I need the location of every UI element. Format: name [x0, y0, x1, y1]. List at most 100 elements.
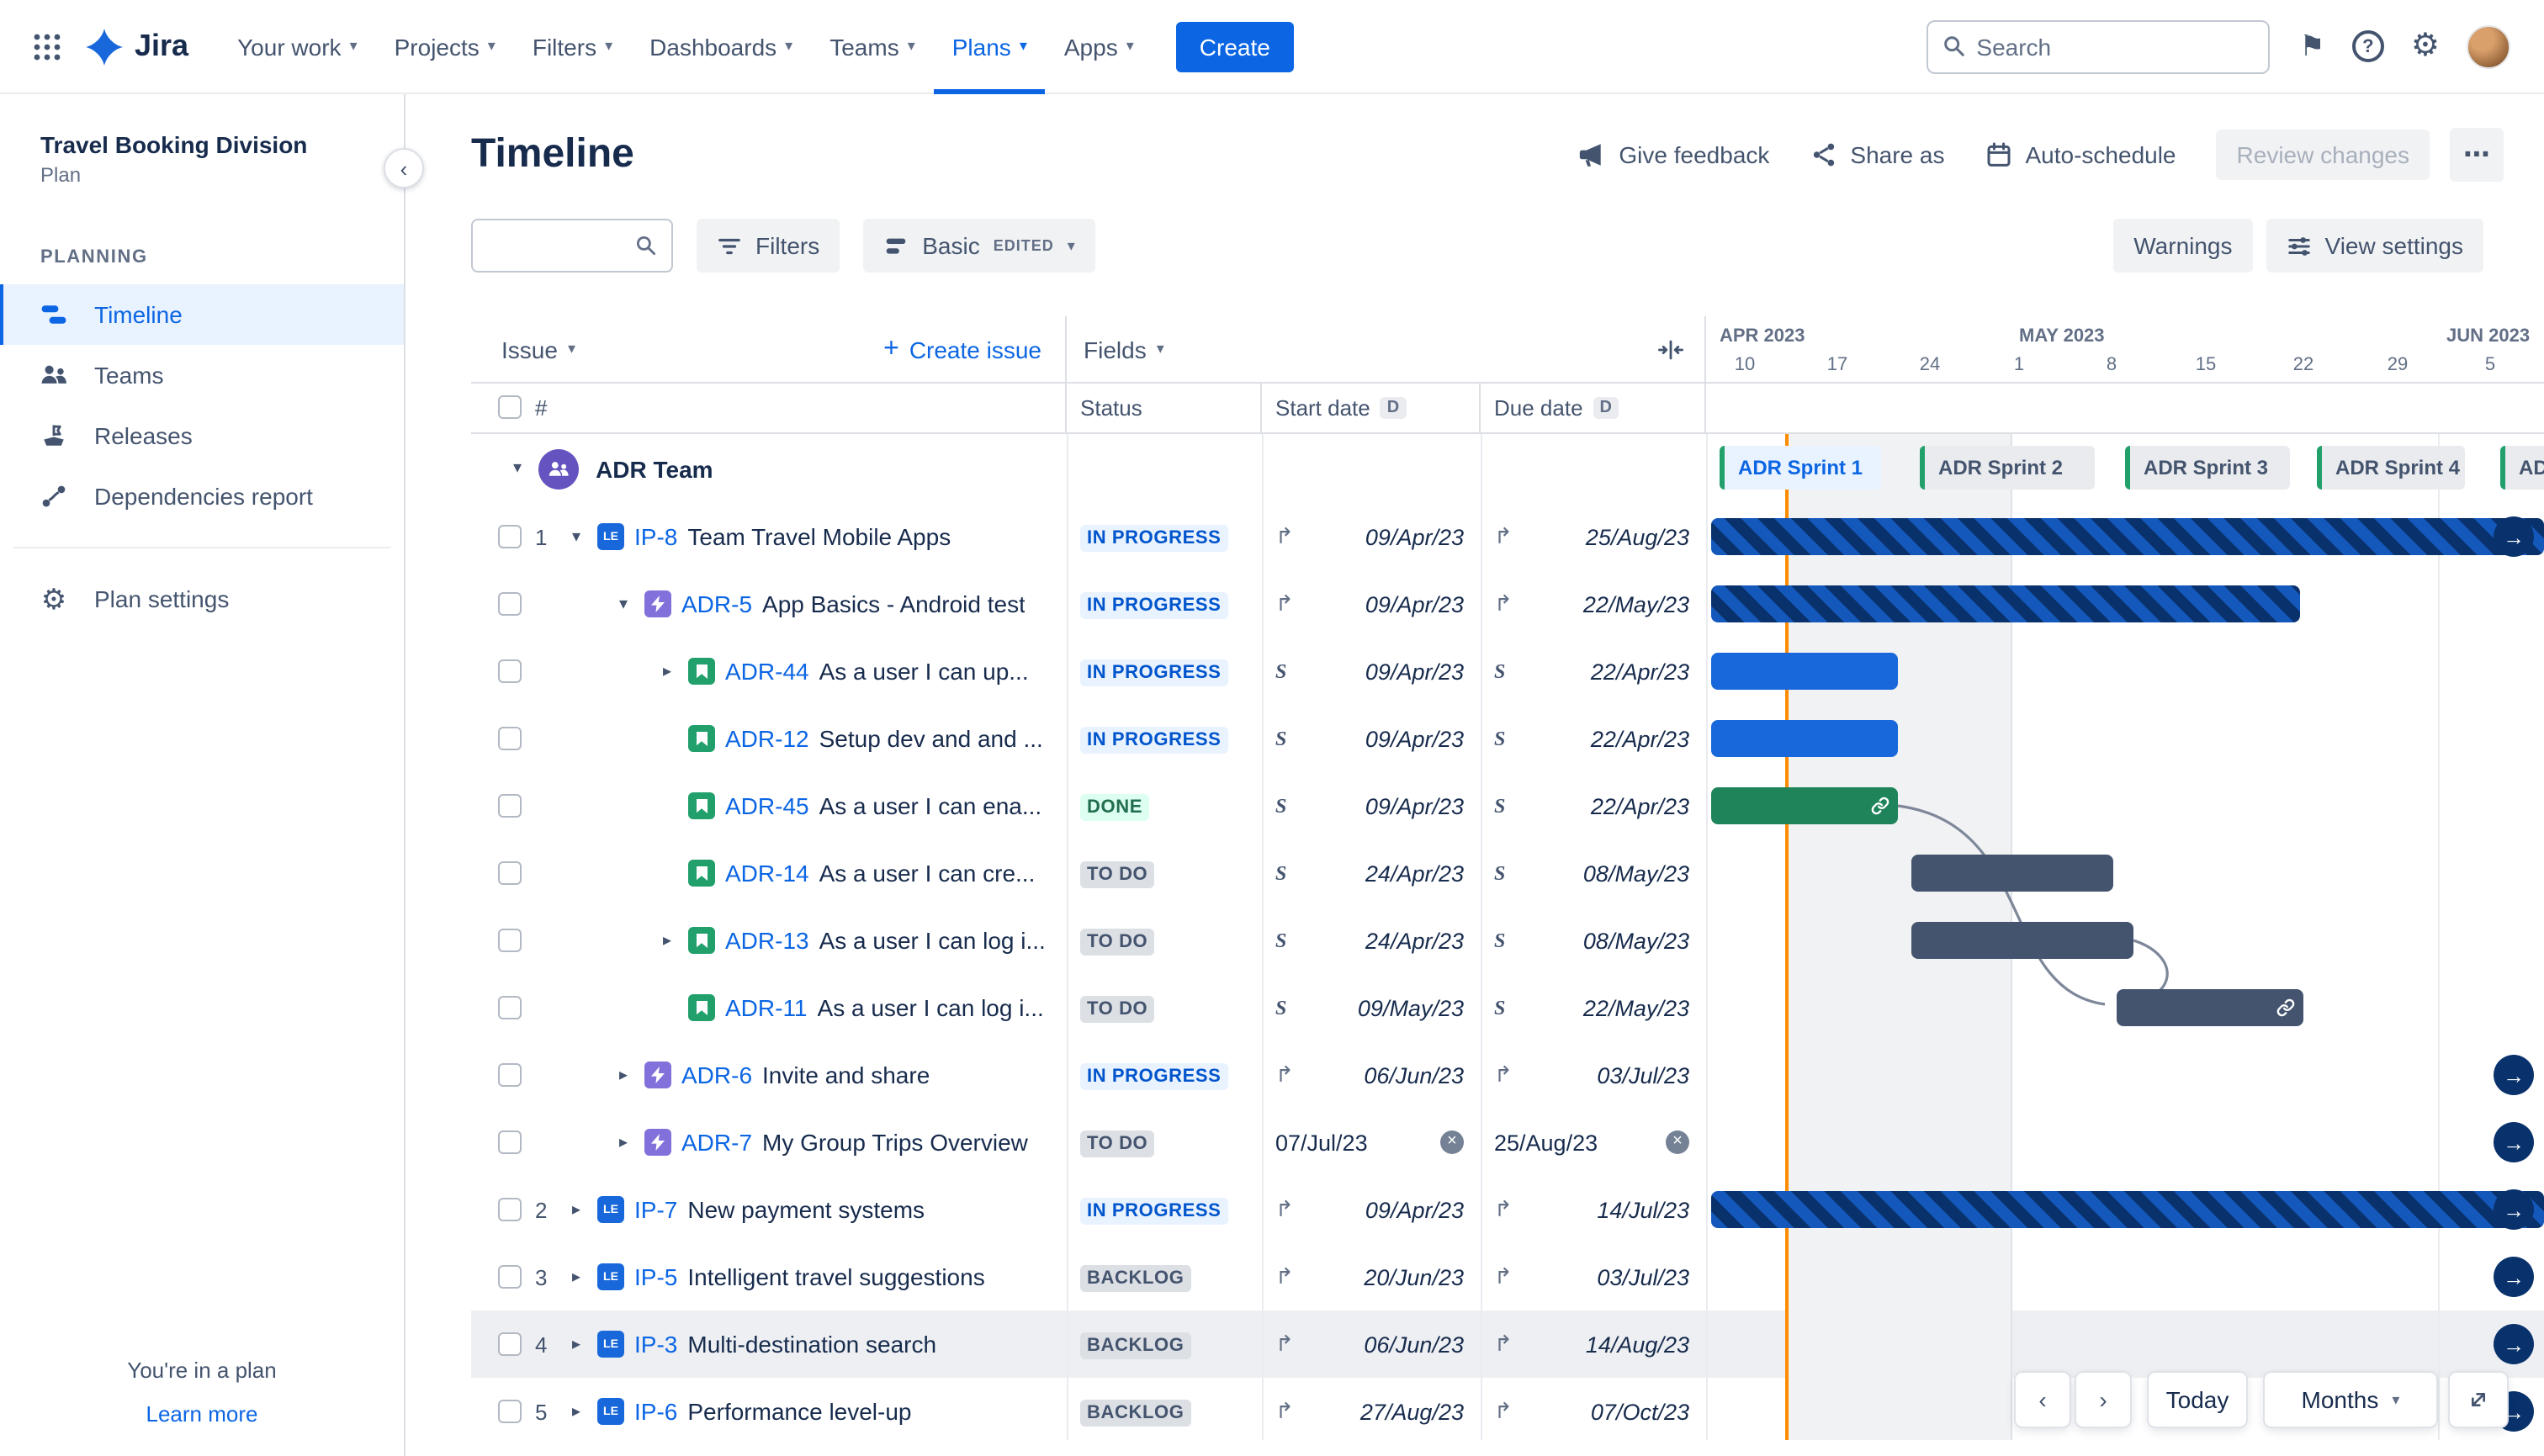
- gantt-bar-adr12[interactable]: [1711, 720, 1898, 757]
- due-date-cell[interactable]: ↱ 22/May/23: [1481, 570, 1706, 638]
- issue-row[interactable]: ▸ ADR-6 Invite and share IN PROGRESS ↱ 06/J…: [471, 1041, 2544, 1109]
- auto-schedule-button[interactable]: Auto-schedule: [1969, 131, 2193, 178]
- due-date-cell[interactable]: S 08/May/23: [1481, 839, 1706, 907]
- zoom-level-select[interactable]: Months ▾: [2265, 1373, 2436, 1427]
- dependency-link-icon[interactable]: [2276, 998, 2295, 1017]
- row-checkbox[interactable]: [498, 996, 522, 1019]
- issue-key-link[interactable]: ADR-6: [681, 1062, 752, 1088]
- collapse-columns-icon[interactable]: [1657, 336, 1684, 363]
- chevron-down-icon[interactable]: ▾: [612, 595, 634, 613]
- status-badge[interactable]: TO DO: [1080, 929, 1155, 956]
- status-badge[interactable]: IN PROGRESS: [1080, 727, 1228, 754]
- issue-key-link[interactable]: ADR-5: [681, 590, 752, 617]
- status-badge[interactable]: IN PROGRESS: [1080, 659, 1228, 686]
- start-date-cell[interactable]: S 09/Apr/23: [1262, 772, 1481, 839]
- clear-date-icon[interactable]: ×: [1666, 1130, 1689, 1154]
- offscreen-arrow-icon[interactable]: →: [2494, 516, 2534, 557]
- due-date-cell[interactable]: ↱ 14/Jul/23: [1481, 1176, 1706, 1243]
- issue-row[interactable]: ADR-12 Setup dev and and ... IN PROGRESS …: [471, 705, 2544, 772]
- row-checkbox[interactable]: [498, 929, 522, 952]
- status-badge[interactable]: BACKLOG: [1080, 1265, 1191, 1292]
- offscreen-arrow-icon[interactable]: →: [2494, 1122, 2534, 1162]
- start-date-cell[interactable]: ↱ 06/Jun/23: [1262, 1041, 1481, 1109]
- select-all-checkbox[interactable]: [498, 395, 522, 419]
- row-checkbox[interactable]: [498, 861, 522, 885]
- issue-row[interactable]: 3 ▸ LE IP-5 Intelligent travel suggestions …: [471, 1243, 2544, 1310]
- search-input[interactable]: [1976, 33, 2255, 60]
- more-actions-button[interactable]: ⋯: [2450, 128, 2504, 182]
- gantt-bar-adr44[interactable]: [1711, 653, 1898, 690]
- issue-key-link[interactable]: ADR-13: [725, 927, 809, 954]
- due-date-cell[interactable]: ↱ 25/Aug/23: [1481, 503, 1706, 570]
- sidebar-item-plan-settings[interactable]: ⚙ Plan settings: [0, 569, 404, 629]
- chevron-right-icon[interactable]: ▸: [656, 662, 678, 680]
- filters-button[interactable]: Filters: [697, 219, 840, 273]
- scroll-left-button[interactable]: ‹: [2016, 1373, 2070, 1427]
- start-date-cell[interactable]: ↱ 09/Apr/23: [1262, 570, 1481, 638]
- issue-key-link[interactable]: IP-8: [634, 523, 677, 550]
- chevron-right-icon[interactable]: ▸: [656, 931, 678, 950]
- start-date-cell[interactable]: 07/Jul/23 ×: [1262, 1109, 1481, 1176]
- issue-key-link[interactable]: ADR-14: [725, 860, 809, 887]
- chevron-down-icon[interactable]: ▾: [565, 527, 587, 546]
- row-checkbox[interactable]: [498, 1063, 522, 1087]
- issue-row[interactable]: ▸ ADR-7 My Group Trips Overview TO DO 07/J…: [471, 1109, 2544, 1176]
- issue-key-link[interactable]: ADR-12: [725, 725, 809, 752]
- status-badge[interactable]: TO DO: [1080, 861, 1155, 888]
- row-checkbox[interactable]: [498, 1198, 522, 1221]
- status-badge[interactable]: IN PROGRESS: [1080, 592, 1228, 619]
- nav-plans[interactable]: Plans ▾: [934, 0, 1046, 93]
- status-badge[interactable]: DONE: [1080, 794, 1149, 821]
- nav-dashboards[interactable]: Dashboards ▾: [631, 0, 811, 93]
- review-changes-button[interactable]: Review changes: [2216, 130, 2430, 180]
- nav-filters[interactable]: Filters ▾: [514, 0, 631, 93]
- start-date-cell[interactable]: ↱ 27/Aug/23: [1262, 1378, 1481, 1440]
- status-badge[interactable]: IN PROGRESS: [1080, 525, 1228, 552]
- sidebar-item-timeline[interactable]: Timeline: [0, 284, 404, 345]
- start-date-cell[interactable]: ↱ 06/Jun/23: [1262, 1310, 1481, 1378]
- chevron-right-icon[interactable]: ▸: [612, 1133, 634, 1152]
- timeline-search-input[interactable]: [486, 233, 634, 258]
- app-switcher-icon[interactable]: [24, 23, 71, 70]
- issue-key-link[interactable]: IP-5: [634, 1263, 677, 1290]
- issue-row[interactable]: ADR-45 As a user I can ena... DONE S 09/Ap…: [471, 772, 2544, 839]
- gantt-bar-ip8[interactable]: [1711, 518, 2544, 555]
- sprint-pill-3[interactable]: ADR Sprint 3: [2125, 446, 2290, 490]
- start-date-cell[interactable]: S 24/Apr/23: [1262, 839, 1481, 907]
- due-date-cell[interactable]: ↱ 03/Jul/23: [1481, 1243, 1706, 1310]
- offscreen-arrow-icon[interactable]: →: [2494, 1324, 2534, 1364]
- status-badge[interactable]: IN PROGRESS: [1080, 1198, 1228, 1225]
- warnings-button[interactable]: Warnings: [2113, 219, 2253, 273]
- sprint-pill-4[interactable]: ADR Sprint 4: [2317, 446, 2465, 490]
- status-column-header[interactable]: Status: [1067, 384, 1262, 432]
- chevron-right-icon[interactable]: ▸: [565, 1335, 587, 1353]
- status-badge[interactable]: IN PROGRESS: [1080, 1063, 1228, 1090]
- due-date-cell[interactable]: S 22/May/23: [1481, 974, 1706, 1041]
- issue-key-link[interactable]: ADR-44: [725, 658, 809, 685]
- chevron-down-icon[interactable]: ▾: [513, 459, 522, 478]
- start-date-column-header[interactable]: Start date D: [1262, 384, 1481, 432]
- issue-key-link[interactable]: IP-3: [634, 1331, 677, 1358]
- learn-more-link[interactable]: Learn more: [146, 1401, 258, 1427]
- gantt-bar-adr5[interactable]: [1711, 585, 2300, 622]
- sidebar-item-releases[interactable]: Releases: [0, 405, 404, 466]
- row-checkbox[interactable]: [498, 525, 522, 548]
- start-date-cell[interactable]: S 24/Apr/23: [1262, 907, 1481, 974]
- due-date-cell[interactable]: S 22/Apr/23: [1481, 705, 1706, 772]
- dependency-link-icon[interactable]: [1871, 797, 1889, 815]
- chevron-right-icon[interactable]: ▸: [565, 1200, 587, 1219]
- row-checkbox[interactable]: [498, 727, 522, 750]
- nav-apps[interactable]: Apps ▾: [1046, 0, 1153, 93]
- offscreen-arrow-icon[interactable]: →: [2494, 1257, 2534, 1297]
- row-checkbox[interactable]: [498, 1265, 522, 1289]
- row-checkbox[interactable]: [498, 592, 522, 616]
- view-settings-button[interactable]: View settings: [2266, 219, 2483, 273]
- sidebar-item-dependencies-report[interactable]: Dependencies report: [0, 466, 404, 527]
- user-avatar[interactable]: [2467, 24, 2510, 68]
- create-button[interactable]: Create: [1175, 21, 1294, 71]
- chevron-right-icon[interactable]: ▸: [565, 1268, 587, 1286]
- issue-key-link[interactable]: ADR-11: [725, 994, 808, 1021]
- start-date-cell[interactable]: ↱ 20/Jun/23: [1262, 1243, 1481, 1310]
- sprint-pill-1[interactable]: ADR Sprint 1: [1720, 446, 1881, 490]
- row-checkbox[interactable]: [498, 1400, 522, 1423]
